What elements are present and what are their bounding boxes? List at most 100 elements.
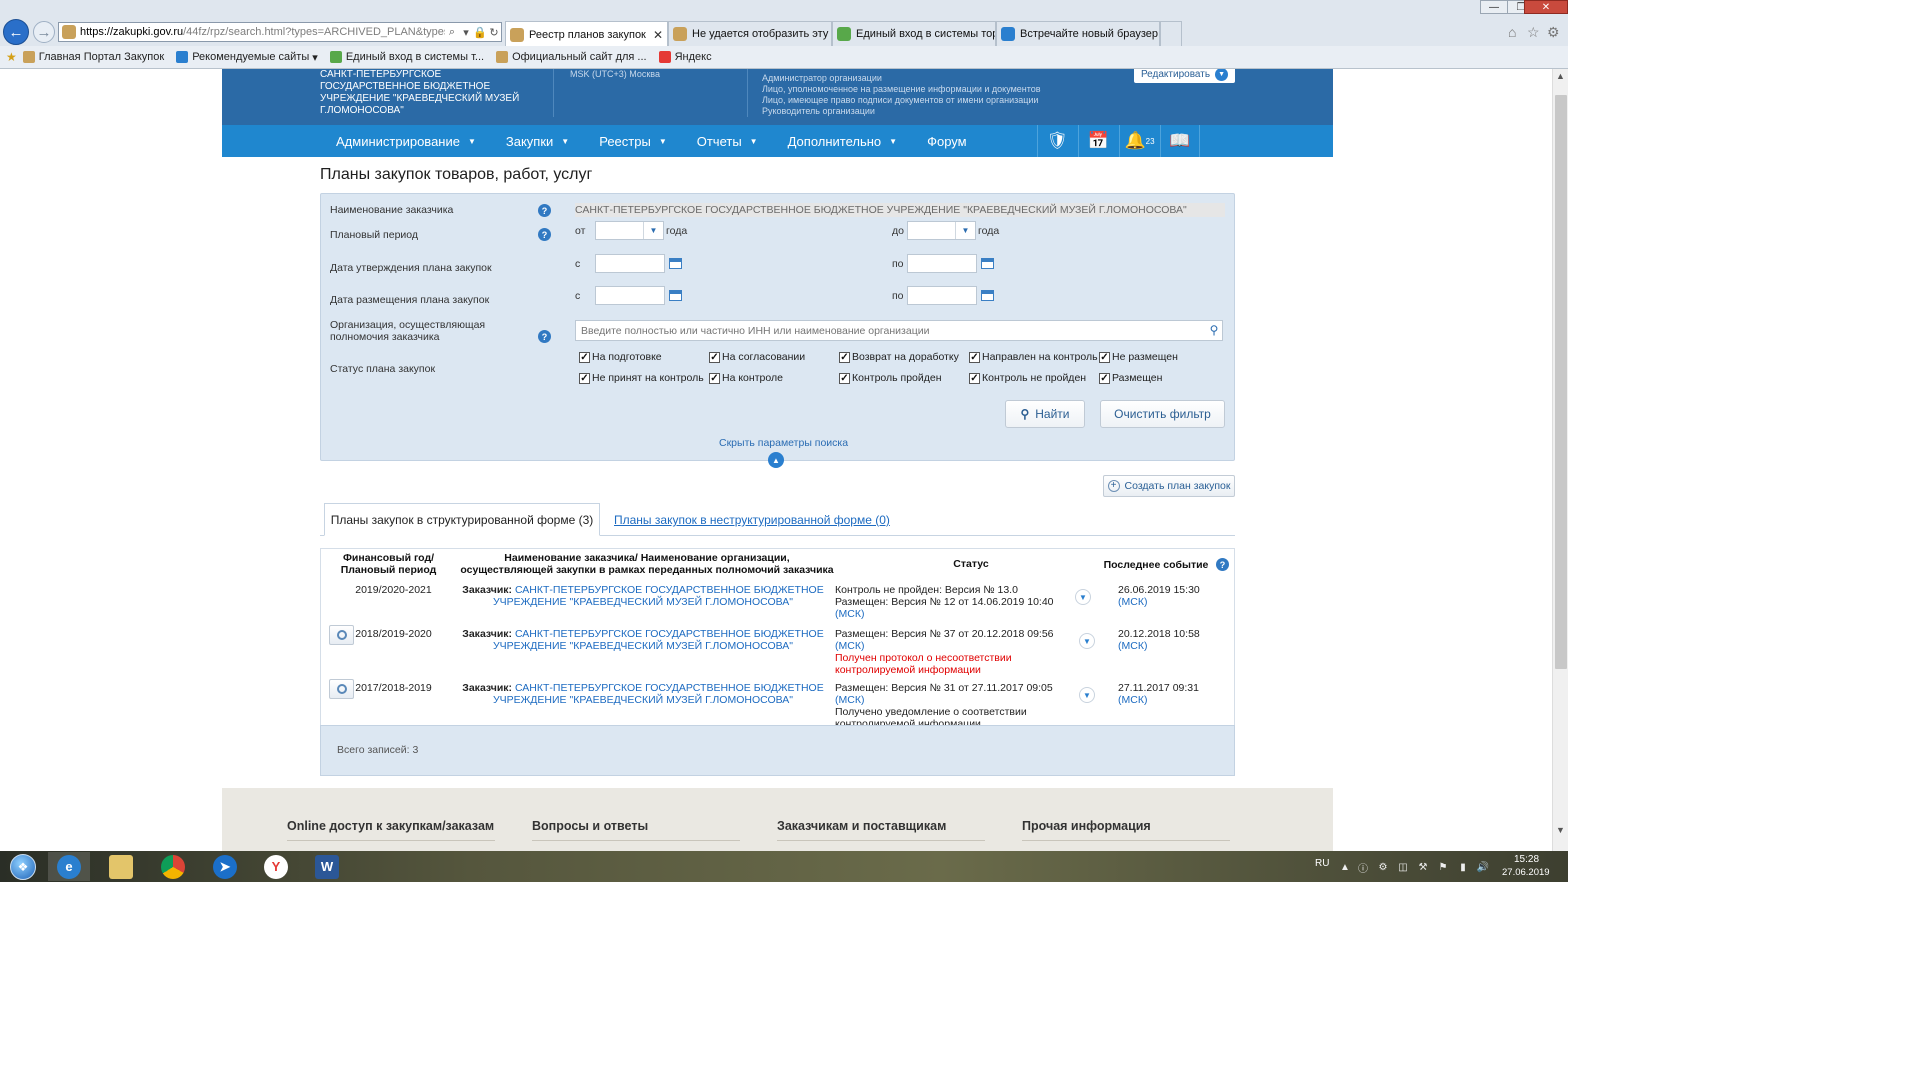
status-checkbox[interactable]: ✓ Направлен на контроль [969,351,1098,363]
status-checkbox[interactable]: ✓ Не принят на контроль [579,372,704,384]
start-button[interactable]: ❖ [3,852,43,881]
find-button[interactable]: ⚲ Найти [1005,400,1085,428]
footer-col-faq[interactable]: Вопросы и ответы [532,819,740,841]
close-tab-icon[interactable]: ✕ [647,28,663,42]
nav-registries[interactable]: Реестры ▼ [599,134,667,149]
nav-purchases[interactable]: Закупки ▼ [506,134,569,149]
nav-additional[interactable]: Дополнительно ▼ [788,134,898,149]
calendar-icon[interactable] [981,258,994,269]
nav-administration[interactable]: Администрирование ▼ [336,134,476,149]
tools-icon[interactable]: ⚒ [1417,861,1429,873]
window-close-button[interactable]: ✕ [1524,0,1568,14]
help-icon[interactable]: ? [1216,558,1229,571]
clock-time[interactable]: 15:28 [1514,854,1539,865]
battery-icon[interactable]: ▮ [1457,861,1469,873]
chevron-up-icon[interactable]: ▲ [768,452,784,468]
scroll-thumb[interactable] [1555,95,1567,669]
clock-date[interactable]: 27.06.2019 [1502,867,1550,878]
status-checkbox[interactable]: ✓ На согласовании [709,351,805,363]
taskbar-ie[interactable]: e [48,852,90,881]
approval-date-from-input[interactable] [595,254,665,273]
browser-tab[interactable]: Встречайте новый браузер —... [996,21,1160,46]
nav-reports[interactable]: Отчеты ▼ [697,134,758,149]
status-checkbox[interactable]: ✓ Не размещен [1099,351,1178,363]
minimize-button[interactable]: — [1480,0,1508,14]
org-search-input[interactable] [575,320,1223,341]
taskbar-app[interactable]: ➤ [204,852,246,881]
settings-gear-icon[interactable]: ⚙ [1547,24,1560,41]
tab-unstructured-plans[interactable]: Планы закупок в неструктурированной форм… [614,513,890,527]
settings-tray-icon[interactable]: ⚙ [1377,861,1389,873]
dropdown-icon[interactable]: ▾ [459,26,473,39]
show-hidden-icons[interactable]: ▲ [1339,861,1351,873]
page-scrollbar[interactable]: ▲ ▼ [1552,69,1568,851]
create-plan-button[interactable]: + Создать план закупок [1103,475,1235,497]
lock-icon[interactable]: 🔒 [473,26,487,39]
home-icon[interactable]: ⌂ [1508,24,1516,40]
placement-date-to-input[interactable] [907,286,977,305]
status-checkbox[interactable]: ✓ Контроль не пройден [969,372,1086,384]
status-checkbox[interactable]: ✓ Размещен [1099,372,1162,384]
status-checkbox[interactable]: ✓ Контроль пройден [839,372,942,384]
search-icon[interactable]: ⌕ [445,26,459,39]
customer-link[interactable]: УЧРЕЖДЕНИЕ "КРАЕВЕДЧЕСКИЙ МУЗЕЙ Г.ЛОМОНО… [493,694,793,706]
period-from-select[interactable]: ▼ [595,221,664,240]
footer-col-online[interactable]: Online доступ к закупкам/заказам [287,819,495,841]
status-checkbox[interactable]: ✓ На контроле [709,372,783,384]
footer-col-other[interactable]: Прочая информация [1022,819,1230,841]
customer-link[interactable]: УЧРЕЖДЕНИЕ "КРАЕВЕДЧЕСКИЙ МУЗЕЙ Г.ЛОМОНО… [493,596,793,608]
favorite-link[interactable]: Единый вход в системы т... [329,51,484,63]
footer-col-customers[interactable]: Заказчикам и поставщикам [777,819,985,841]
book-search-icon[interactable]: 📖 [1160,125,1200,157]
help-icon[interactable]: ? [538,330,551,343]
favorite-link[interactable]: Официальный сайт для ... [496,51,647,63]
period-to-select[interactable]: ▼ [907,221,976,240]
browser-tab[interactable]: Не удается отобразить эту ст... [668,21,832,46]
calendar-icon[interactable] [669,258,682,269]
new-tab-button[interactable] [1160,21,1182,46]
status-checkbox[interactable]: ✓ Возврат на доработку [839,351,959,363]
help-icon[interactable]: ? [538,228,551,241]
address-bar[interactable]: https://zakupki.gov.ru/44fz/rpz/search.h… [58,22,502,42]
taskbar-word[interactable]: W [306,852,348,881]
favorite-link[interactable]: Рекомендуемые сайты ▾ [176,51,318,64]
calendar-icon[interactable] [981,290,994,301]
favorite-link[interactable]: Яндекс [658,51,712,63]
calendar-icon[interactable] [669,290,682,301]
flag-icon[interactable]: ⚑ [1437,861,1449,873]
nav-forum[interactable]: Форум [927,134,967,149]
help-icon[interactable]: ? [538,204,551,217]
customer-link[interactable]: САНКТ-ПЕТЕРБУРГСКОЕ ГОСУДАРСТВЕННОЕ БЮДЖ… [515,628,824,640]
favorites-star-icon[interactable]: ☆ [1527,24,1540,41]
back-button[interactable]: ← [3,19,29,45]
clear-filter-button[interactable]: Очистить фильтр [1100,400,1225,428]
favorites-star-icon[interactable]: ★ [6,50,17,64]
chevron-down-icon[interactable]: ▼ [1079,687,1095,703]
approval-date-to-input[interactable] [907,254,977,273]
taskbar-chrome[interactable] [152,852,194,881]
customer-link[interactable]: САНКТ-ПЕТЕРБУРГСКОЕ ГОСУДАРСТВЕННОЕ БЮДЖ… [515,682,824,694]
placement-date-from-input[interactable] [595,286,665,305]
tab-structured-plans[interactable]: Планы закупок в структурированной форме … [324,503,600,536]
taskbar-explorer[interactable] [100,852,142,881]
chevron-down-icon[interactable]: ▼ [1075,589,1091,605]
browser-tab[interactable]: Единый вход в системы торго... [832,21,996,46]
refresh-icon[interactable]: ↻ [487,26,501,39]
customer-link[interactable]: УЧРЕЖДЕНИЕ "КРАЕВЕДЧЕСКИЙ МУЗЕЙ Г.ЛОМОНО… [493,640,793,652]
chevron-down-icon[interactable]: ▼ [1079,633,1095,649]
forward-button[interactable]: → [33,21,55,43]
language-indicator[interactable]: RU [1315,858,1329,869]
taskbar-yandex[interactable]: Y [255,852,297,881]
network-icon[interactable]: ◫ [1397,861,1409,873]
favorite-link[interactable]: Главная Портал Закупок [22,51,164,63]
calendar-check-icon[interactable]: 📅 [1078,125,1118,157]
bell-icon[interactable]: 🔔 23 [1119,125,1159,157]
help-tray-icon[interactable]: ⓘ [1357,861,1369,875]
customer-link[interactable]: САНКТ-ПЕТЕРБУРГСКОЕ ГОСУДАРСТВЕННОЕ БЮДЖ… [515,584,824,596]
volume-icon[interactable]: 🔊 [1477,861,1489,873]
search-icon[interactable]: ⚲ [1207,322,1221,338]
status-checkbox[interactable]: ✓ На подготовке [579,351,662,363]
shield-icon[interactable]: 🛡 [1037,125,1077,157]
edit-profile-button[interactable]: Редактировать ▼ [1134,69,1235,83]
browser-tab-active[interactable]: Реестр планов закупок ✕ [505,21,668,47]
